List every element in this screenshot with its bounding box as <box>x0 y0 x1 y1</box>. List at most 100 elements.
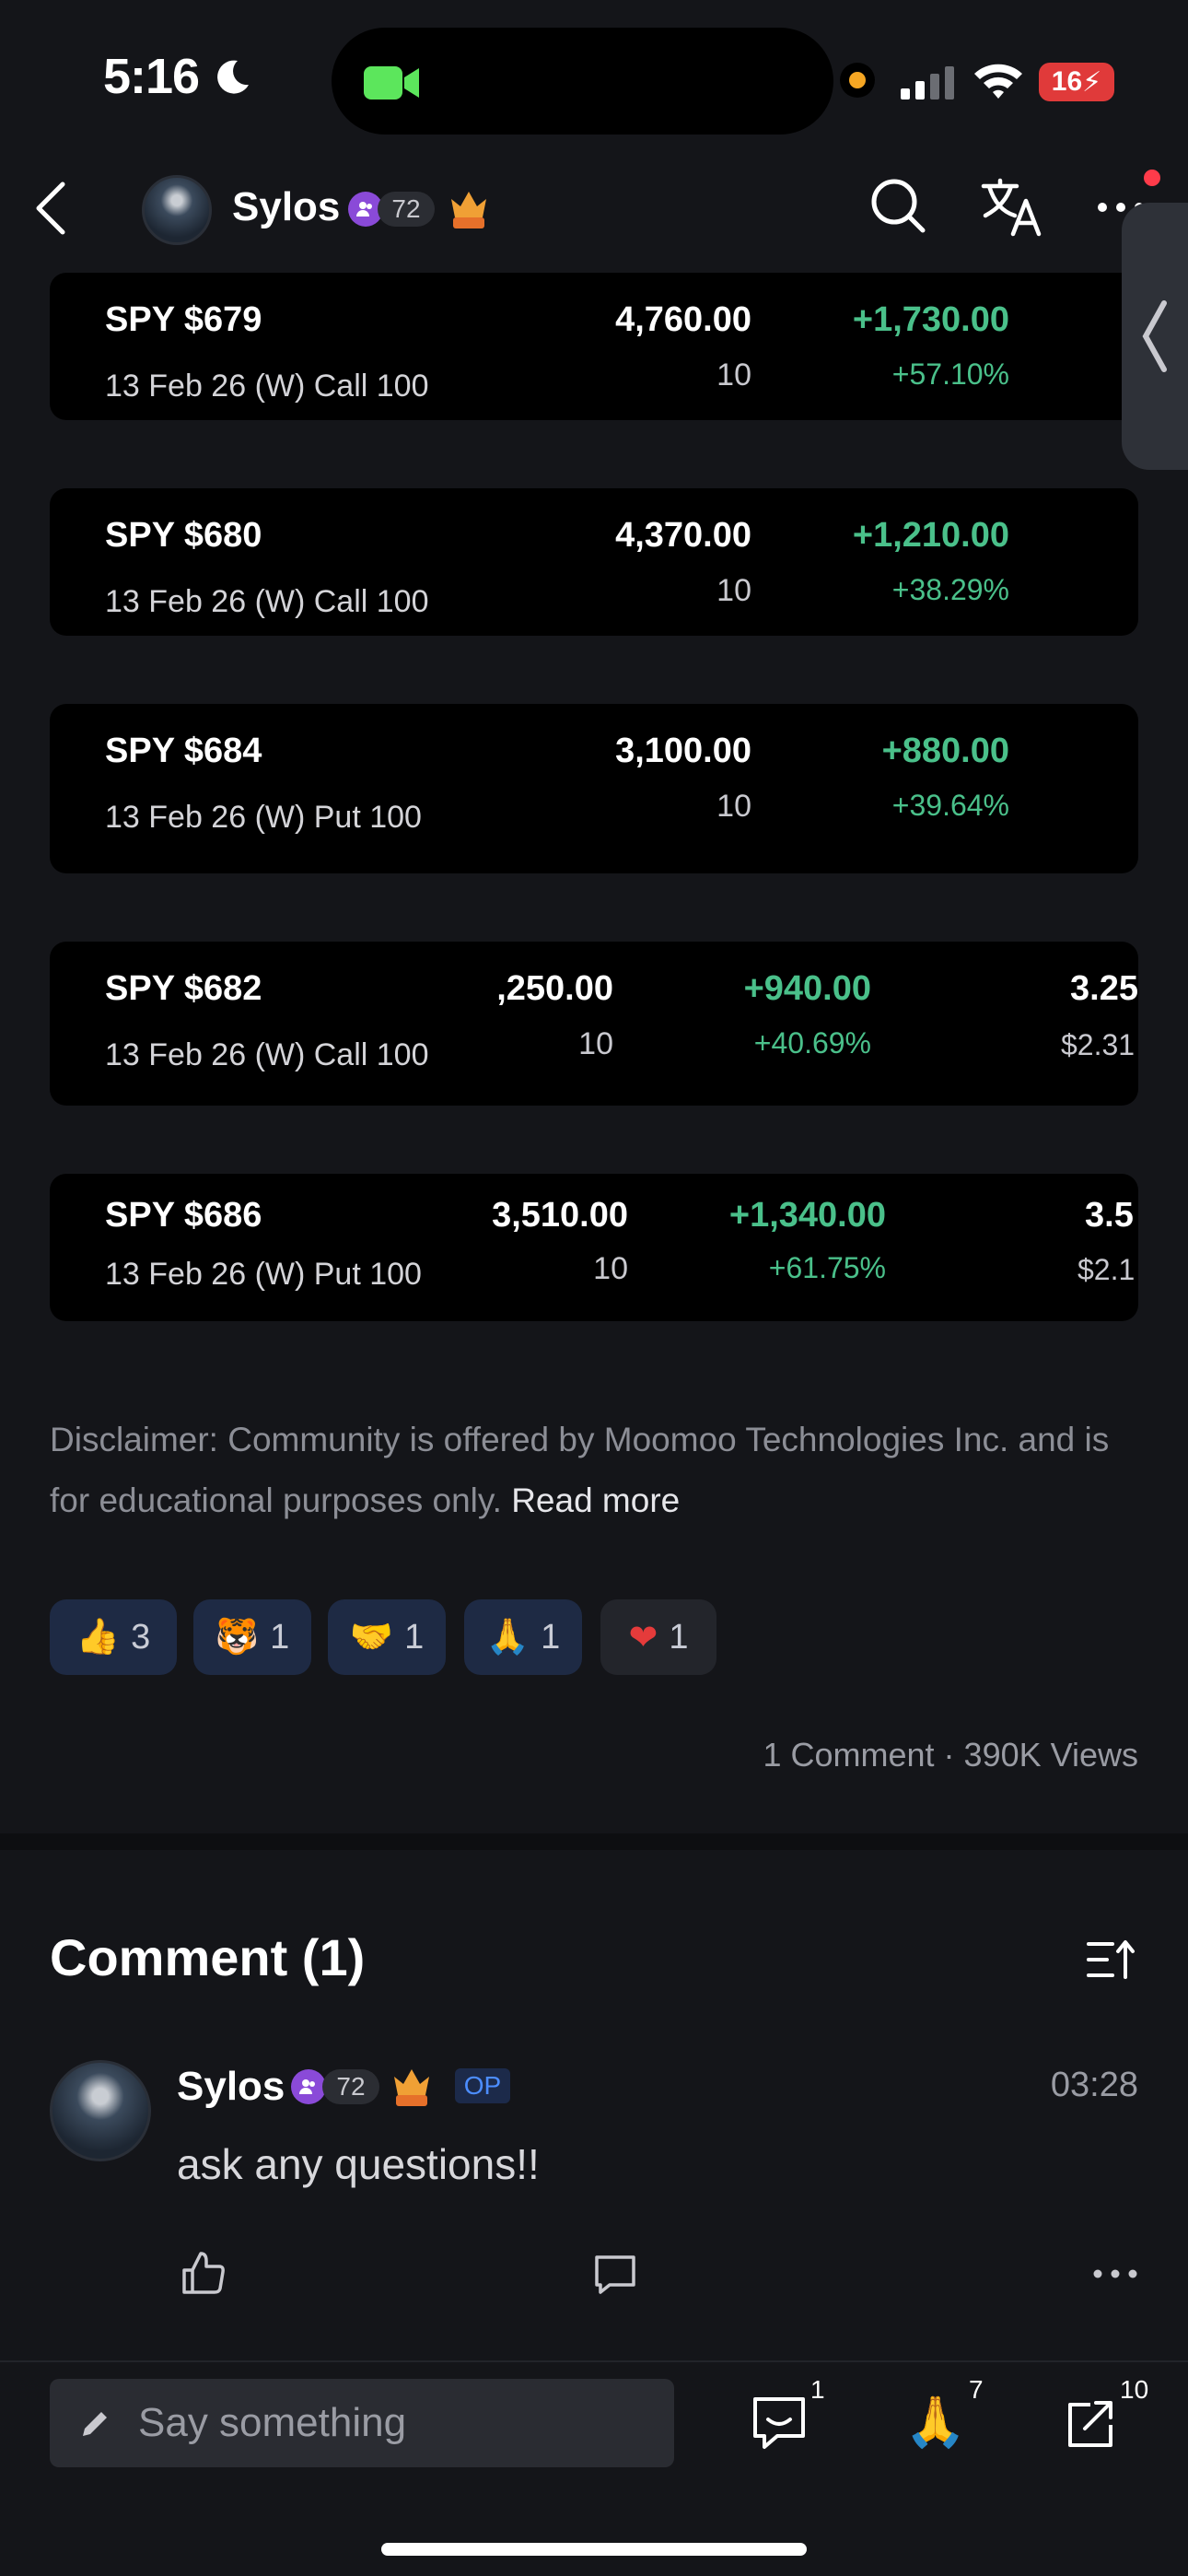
sort-icon[interactable] <box>1085 1937 1136 1983</box>
position-card[interactable]: SPY $686 13 Feb 26 (W) Put 100 3,510.00 … <box>50 1174 1138 1321</box>
comments-title: Comment (1) <box>50 1928 366 1986</box>
position-description: 13 Feb 26 (W) Put 100 <box>105 800 422 835</box>
thumbs-up-icon: 👍 <box>76 1618 121 1657</box>
section-divider <box>0 1833 1188 1850</box>
read-more-link[interactable]: Read more <box>511 1481 680 1519</box>
reaction-pray[interactable]: 🙏 1 <box>464 1599 582 1675</box>
crown-2025-badge-icon <box>390 2064 433 2108</box>
position-pl: +940.00 <box>743 969 871 1008</box>
handshake-icon: 🤝 <box>349 1618 394 1657</box>
heart-icon: ❤ <box>628 1618 658 1657</box>
side-drawer-tab[interactable] <box>1122 203 1188 470</box>
position-card[interactable]: SPY $682 13 Feb 26 (W) Call 100 ,250.00 … <box>50 942 1138 1106</box>
position-quantity: 10 <box>578 1026 613 1061</box>
battery-level: 16 <box>1051 66 1083 97</box>
position-extra-value: 3.5 <box>1085 1196 1134 1235</box>
op-tag: OP <box>455 2068 510 2103</box>
position-symbol: SPY $680 <box>105 516 262 555</box>
header-avatar[interactable] <box>142 175 212 245</box>
position-pl-percent: +40.69% <box>753 1026 871 1060</box>
reaction-tiger[interactable]: 🐯 1 <box>193 1599 311 1675</box>
battery-indicator: 16 ⚡ <box>1039 63 1114 101</box>
comment-count-icon[interactable] <box>750 2394 809 2453</box>
position-card[interactable]: SPY $680 13 Feb 26 (W) Call 100 4,370.00… <box>50 488 1138 636</box>
position-quantity: 10 <box>593 1251 628 1286</box>
crown-2025-badge-icon <box>448 186 490 230</box>
position-description: 13 Feb 26 (W) Call 100 <box>105 584 429 619</box>
position-value: ,250.00 <box>496 969 613 1008</box>
translate-icon[interactable] <box>980 177 1042 238</box>
comment-author[interactable]: Sylos <box>177 2064 285 2110</box>
position-pl: +1,340.00 <box>728 1196 886 1235</box>
wifi-icon <box>974 64 1022 99</box>
header-username[interactable]: Sylos <box>232 184 340 230</box>
position-quantity: 10 <box>716 357 751 392</box>
comment-avatar[interactable] <box>50 2060 151 2161</box>
facetime-camera-icon <box>364 66 419 100</box>
reaction-count: 1 <box>270 1617 290 1657</box>
position-description: 13 Feb 26 (W) Put 100 <box>105 1257 422 1292</box>
post-stats: 1 Comment · 390K Views <box>763 1736 1138 1774</box>
position-symbol: SPY $682 <box>105 969 262 1008</box>
charging-bolt-icon: ⚡ <box>1082 66 1102 98</box>
bottom-bar-divider <box>0 2360 1188 2362</box>
comment-count: 1 <box>810 2375 825 2404</box>
home-indicator <box>381 2543 807 2556</box>
level-badge: 72 <box>378 192 435 227</box>
reaction-heart[interactable]: ❤ 1 <box>600 1599 716 1675</box>
like-icon[interactable] <box>181 2250 227 2296</box>
position-pl-percent: +38.29% <box>891 573 1009 606</box>
cellular-signal-icon <box>901 66 954 100</box>
position-extra-value: 3.25 <box>1070 969 1138 1008</box>
pray-icon: 🙏 <box>904 2395 967 2450</box>
status-time: 5:16 <box>103 49 200 104</box>
position-value: 3,100.00 <box>615 732 751 770</box>
back-chevron-icon[interactable] <box>33 181 70 236</box>
position-pl: +1,730.00 <box>852 300 1009 339</box>
position-extra-subvalue: $2.1 <box>1077 1253 1136 1286</box>
position-value: 3,510.00 <box>492 1196 628 1235</box>
share-count: 10 <box>1120 2375 1149 2404</box>
member-badge-icon <box>291 2069 326 2104</box>
position-pl: +880.00 <box>881 732 1009 770</box>
position-pl-percent: +39.64% <box>891 789 1009 822</box>
position-card[interactable]: SPY $684 13 Feb 26 (W) Put 100 3,100.00 … <box>50 704 1138 873</box>
pencil-icon <box>83 2412 107 2436</box>
comment-input-placeholder: Say something <box>138 2400 407 2445</box>
tiger-icon: 🐯 <box>215 1618 260 1657</box>
disclaimer: Disclaimer: Community is offered by Moom… <box>50 1410 1146 1531</box>
comment-time: 03:28 <box>1050 2066 1138 2104</box>
position-card[interactable]: SPY $679 13 Feb 26 (W) Call 100 4,760.00… <box>50 273 1138 420</box>
privacy-indicator-dot <box>849 72 866 88</box>
reaction-count: 1 <box>669 1617 689 1657</box>
position-symbol: SPY $686 <box>105 1196 262 1235</box>
position-quantity: 10 <box>716 789 751 824</box>
share-icon[interactable] <box>1063 2395 1118 2451</box>
pray-icon: 🙏 <box>485 1618 530 1657</box>
reaction-count: 1 <box>404 1617 425 1657</box>
reaction-thumbs-up[interactable]: 👍 3 <box>50 1599 177 1675</box>
position-value: 4,370.00 <box>615 516 751 555</box>
reaction-count: 3 <box>131 1617 151 1657</box>
moon-icon <box>217 60 249 94</box>
position-extra-subvalue: $2.31 <box>1061 1028 1136 1061</box>
reaction-handshake[interactable]: 🤝 1 <box>328 1599 446 1675</box>
position-description: 13 Feb 26 (W) Call 100 <box>105 369 429 404</box>
position-pl-percent: +61.75% <box>768 1251 886 1284</box>
comment-text: ask any questions!! <box>177 2140 540 2188</box>
search-icon[interactable] <box>869 177 928 236</box>
chevron-left-icon <box>1142 300 1167 372</box>
position-pl: +1,210.00 <box>852 516 1009 555</box>
notification-dot <box>1144 170 1160 186</box>
comment-input[interactable]: Say something <box>50 2379 674 2467</box>
position-value: 4,760.00 <box>615 300 751 339</box>
pray-count: 7 <box>969 2375 984 2404</box>
reaction-count: 1 <box>541 1617 561 1657</box>
comment-more-icon[interactable] <box>1092 2268 1138 2279</box>
position-quantity: 10 <box>716 573 751 608</box>
pray-reaction-button[interactable]: 🙏 <box>904 2394 966 2452</box>
reply-icon[interactable] <box>593 2254 637 2296</box>
level-badge: 72 <box>322 2069 379 2104</box>
position-pl-percent: +57.10% <box>891 357 1009 391</box>
position-symbol: SPY $684 <box>105 732 262 770</box>
